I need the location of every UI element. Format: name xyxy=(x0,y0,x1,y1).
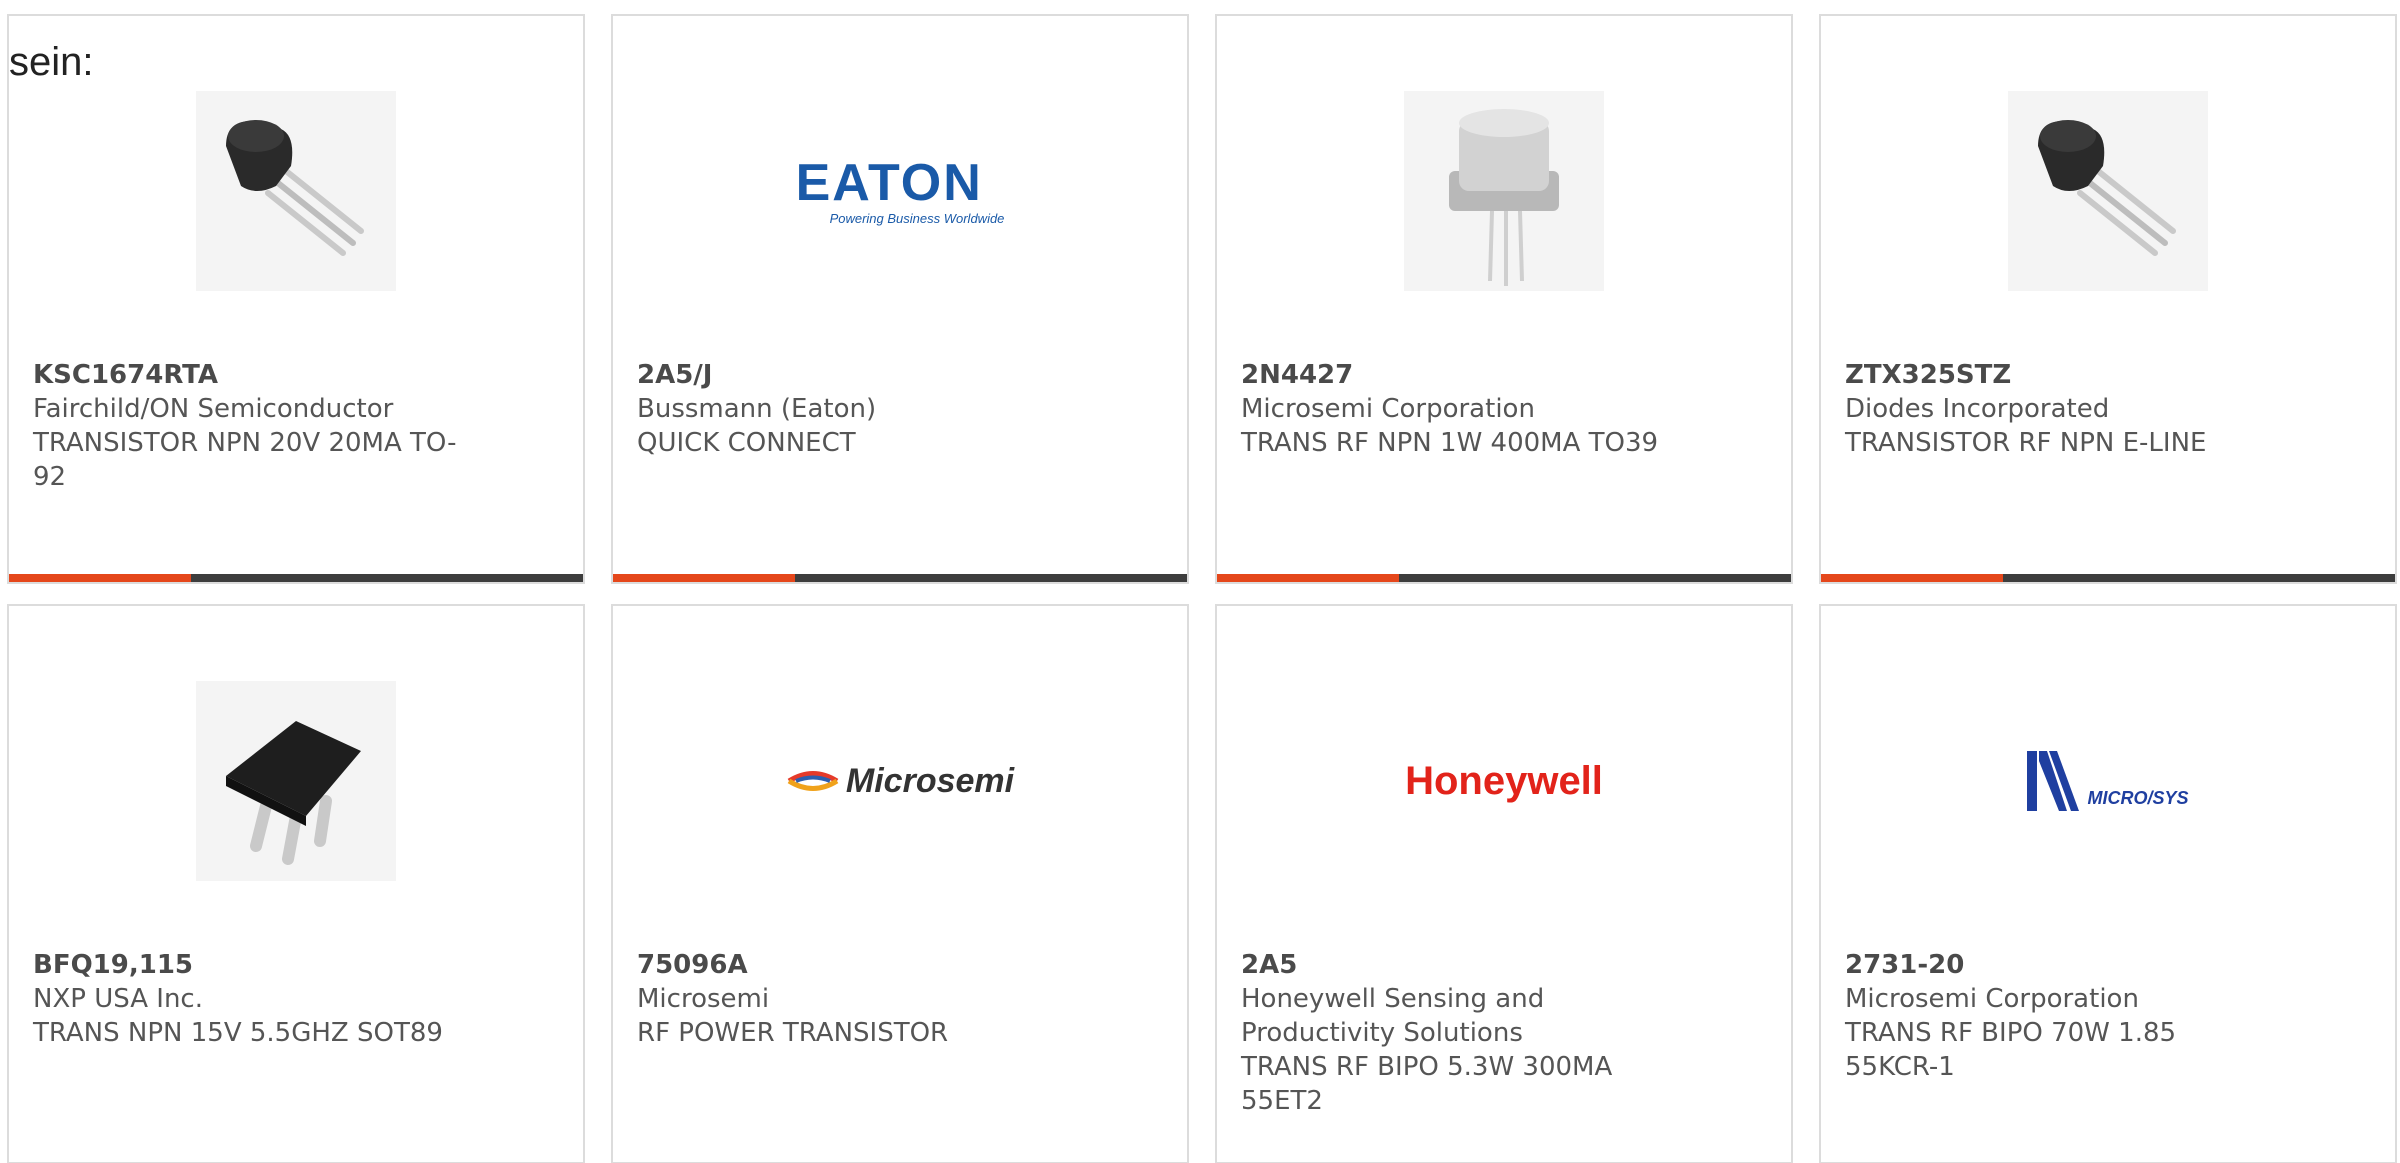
manufacturer: Honeywell Sensing and Productivity Solut… xyxy=(1241,984,1545,1048)
description: TRANS RF BIPO 70W 1.85 55KCR-1 xyxy=(1845,1018,2177,1082)
card-bar xyxy=(1217,574,1791,582)
manufacturer: Microsemi xyxy=(637,984,770,1014)
card-bar-accent xyxy=(1217,574,1399,582)
product-info: BFQ19,115 NXP USA Inc. TRANS NPN 15V 5.5… xyxy=(33,948,463,1050)
product-card[interactable]: ZTX325STZ Diodes Incorporated TRANSISTOR… xyxy=(1819,14,2397,584)
card-bar-accent xyxy=(9,574,191,582)
manufacturer: Microsemi Corporation xyxy=(1241,394,1535,424)
manufacturer: Bussmann (Eaton) xyxy=(637,394,877,424)
product-card[interactable]: 2N4427 Microsemi Corporation TRANS RF NP… xyxy=(1215,14,1793,584)
description: TRANS RF NPN 1W 400MA TO39 xyxy=(1241,428,1659,458)
microsys-logo: MICRO/SYS xyxy=(2027,751,2189,811)
eaton-logo: EATON Powering Business Worldwide xyxy=(795,153,1005,226)
honeywell-logo: Honeywell xyxy=(1405,758,1603,803)
card-bar-accent xyxy=(613,574,795,582)
part-number[interactable]: ZTX325STZ xyxy=(1845,358,2275,392)
description: TRANSISTOR RF NPN E-LINE xyxy=(1845,428,2207,458)
product-info: 2N4427 Microsemi Corporation TRANS RF NP… xyxy=(1241,358,1671,460)
description: RF POWER TRANSISTOR xyxy=(637,1018,949,1048)
manufacturer: Fairchild/ON Semiconductor xyxy=(33,394,394,424)
description: TRANS RF BIPO 5.3W 300MA 55ET2 xyxy=(1241,1052,1613,1116)
part-number[interactable]: 2A5/J xyxy=(637,358,1067,392)
product-image[interactable]: EATON Powering Business Worldwide xyxy=(613,86,1187,296)
description: TRANS NPN 15V 5.5GHZ SOT89 xyxy=(33,1018,443,1048)
product-info: KSC1674RTA Fairchild/ON Semiconductor TR… xyxy=(33,358,463,494)
product-card[interactable]: MICRO/SYS 2731-20 Microsemi Corporation … xyxy=(1819,604,2397,1163)
card-bar-accent xyxy=(1821,574,2003,582)
part-number[interactable]: KSC1674RTA xyxy=(33,358,463,392)
part-number[interactable]: 75096A xyxy=(637,948,1067,982)
to92-transistor-photo xyxy=(2008,91,2208,291)
product-image[interactable]: Honeywell xyxy=(1217,676,1791,886)
part-number[interactable]: 2731-20 xyxy=(1845,948,2275,982)
product-card[interactable]: Honeywell 2A5 Honeywell Sensing and Prod… xyxy=(1215,604,1793,1163)
to39-transistor-photo xyxy=(1404,91,1604,291)
manufacturer: Diodes Incorporated xyxy=(1845,394,2110,424)
manufacturer: Microsemi Corporation xyxy=(1845,984,2139,1014)
product-image[interactable] xyxy=(9,86,583,296)
sot89-transistor-photo xyxy=(196,681,396,881)
product-card[interactable]: KSC1674RTA Fairchild/ON Semiconductor TR… xyxy=(7,14,585,584)
part-number[interactable]: 2N4427 xyxy=(1241,358,1671,392)
lead-text: sein: xyxy=(9,40,94,84)
product-image[interactable] xyxy=(1217,86,1791,296)
product-image[interactable] xyxy=(9,676,583,886)
product-image[interactable]: MICRO/SYS xyxy=(1821,676,2395,886)
product-info: 2A5/J Bussmann (Eaton) QUICK CONNECT xyxy=(637,358,1067,460)
card-bar xyxy=(1821,574,2395,582)
microsemi-logo: Microsemi xyxy=(786,762,1014,801)
manufacturer: NXP USA Inc. xyxy=(33,984,203,1014)
page: sein: KSC1674RTA Fairchild/ON Semiconduc… xyxy=(0,0,2400,1163)
product-image[interactable] xyxy=(1821,86,2395,296)
product-card[interactable]: EATON Powering Business Worldwide 2A5/J … xyxy=(611,14,1189,584)
product-info: ZTX325STZ Diodes Incorporated TRANSISTOR… xyxy=(1845,358,2275,460)
description: TRANSISTOR NPN 20V 20MA TO-92 xyxy=(33,428,457,492)
product-info: 2731-20 Microsemi Corporation TRANS RF B… xyxy=(1845,948,2275,1084)
part-number[interactable]: BFQ19,115 xyxy=(33,948,463,982)
description: QUICK CONNECT xyxy=(637,428,856,458)
card-bar xyxy=(9,574,583,582)
product-info: 2A5 Honeywell Sensing and Productivity S… xyxy=(1241,948,1671,1118)
product-card[interactable]: Microsemi 75096A Microsemi RF POWER TRAN… xyxy=(611,604,1189,1163)
product-image[interactable]: Microsemi xyxy=(613,676,1187,886)
product-card[interactable]: BFQ19,115 NXP USA Inc. TRANS NPN 15V 5.5… xyxy=(7,604,585,1163)
to92-transistor-photo xyxy=(196,91,396,291)
card-bar xyxy=(613,574,1187,582)
product-info: 75096A Microsemi RF POWER TRANSISTOR xyxy=(637,948,1067,1050)
part-number[interactable]: 2A5 xyxy=(1241,948,1671,982)
